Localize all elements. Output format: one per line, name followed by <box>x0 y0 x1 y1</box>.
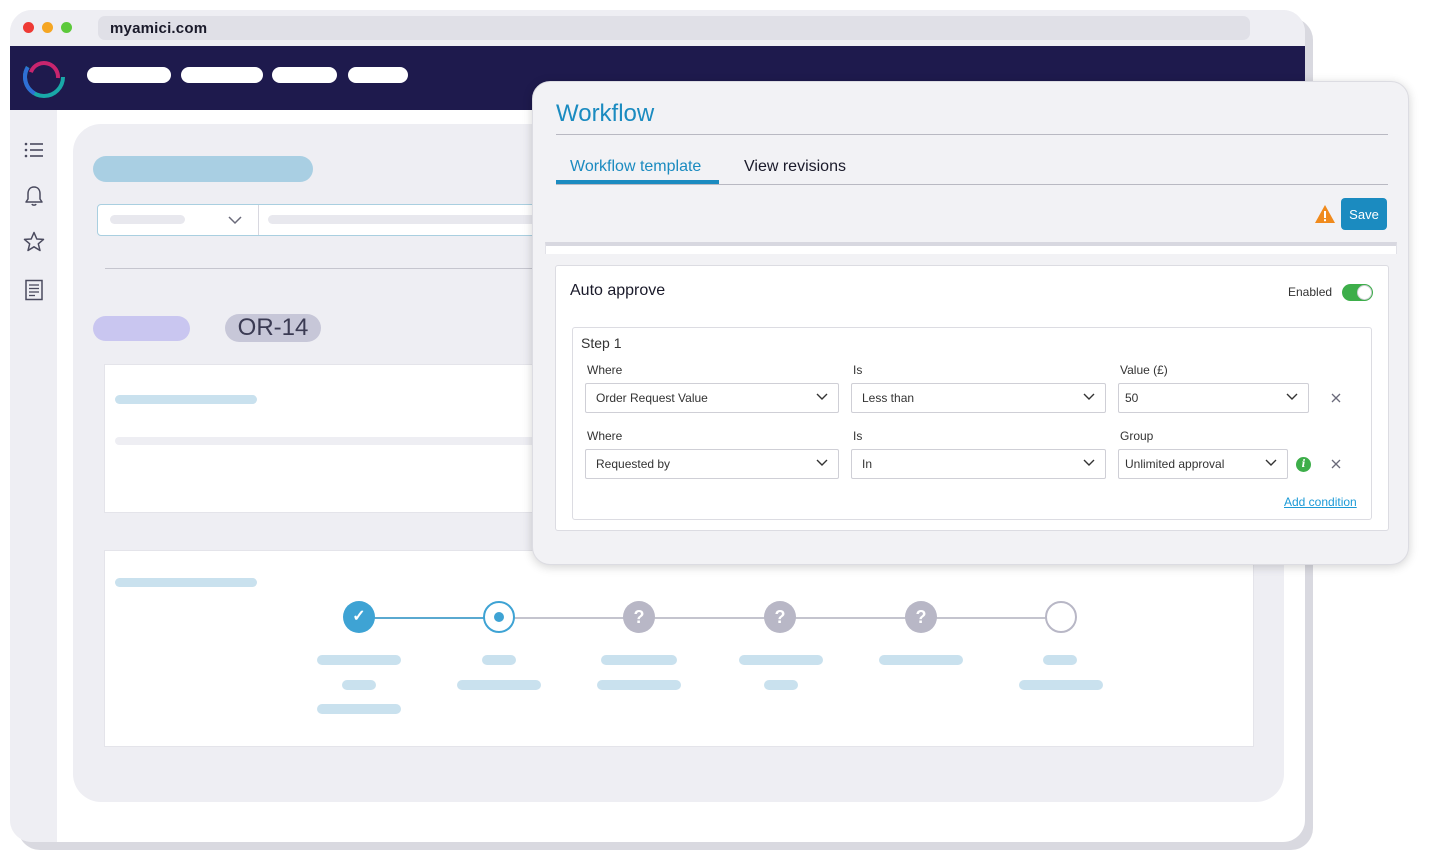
progress-track-done <box>359 617 499 619</box>
star-icon[interactable] <box>22 230 46 254</box>
step-title: Step 1 <box>581 335 622 351</box>
field-select[interactable]: Requested by <box>585 449 839 479</box>
chevron-down-icon <box>1083 393 1095 400</box>
step-label-placeholder <box>342 680 376 690</box>
progress-step-current <box>483 601 515 633</box>
chevron-down-icon <box>1083 459 1095 466</box>
auto-approve-card: Auto approve Enabled Step 1 Where Is Val… <box>555 265 1389 531</box>
field-select-value: Order Request Value <box>596 391 708 405</box>
group-select-value: Unlimited approval <box>1125 457 1225 471</box>
group-label: Group <box>1120 429 1154 443</box>
sidebar <box>10 110 57 842</box>
add-condition-link[interactable]: Add condition <box>1284 495 1357 509</box>
tab-workflow-template[interactable]: Workflow template <box>570 158 701 176</box>
field-select-value: Requested by <box>596 457 671 471</box>
is-label: Is <box>853 363 863 377</box>
step-label-placeholder <box>601 655 677 665</box>
close-window-button[interactable] <box>23 22 34 33</box>
card-heading-placeholder <box>115 578 257 587</box>
step-label-placeholder <box>317 704 401 714</box>
bell-icon[interactable] <box>22 184 46 208</box>
maximize-window-button[interactable] <box>61 22 72 33</box>
card-heading-placeholder <box>115 395 257 404</box>
where-label: Where <box>587 363 623 377</box>
toggle-knob <box>1357 285 1372 300</box>
tab-view-revisions[interactable]: View revisions <box>744 158 846 176</box>
value-select-value: 50 <box>1125 391 1139 405</box>
nav-item-placeholder[interactable] <box>181 67 263 83</box>
step-label-placeholder <box>482 655 516 665</box>
operator-select-value: Less than <box>862 391 915 405</box>
card-text-placeholder <box>115 437 545 445</box>
is-label: Is <box>853 429 863 443</box>
modal-title: Workflow <box>556 100 655 127</box>
chevron-down-icon <box>228 216 242 225</box>
tabs-divider <box>556 184 1388 185</box>
save-button[interactable]: Save <box>1341 198 1387 230</box>
remove-condition-icon[interactable] <box>1330 458 1342 470</box>
nav-item-placeholder[interactable] <box>87 67 171 83</box>
step-label-placeholder <box>317 655 401 665</box>
step-label-placeholder <box>879 655 963 665</box>
group-select[interactable]: Unlimited approval <box>1118 449 1288 479</box>
chevron-down-icon <box>816 393 828 400</box>
page-title-placeholder <box>93 156 313 182</box>
progress-step-pending <box>1045 601 1077 633</box>
step-label-placeholder <box>739 655 823 665</box>
value-select[interactable]: 50 <box>1118 383 1309 413</box>
myamici-logo[interactable] <box>21 54 67 100</box>
filter-divider <box>258 205 259 235</box>
progress-card: ✓ ? ? ? <box>104 550 1254 747</box>
chevron-down-icon <box>1286 393 1298 400</box>
info-icon[interactable]: i <box>1296 457 1311 472</box>
step-label-placeholder <box>457 680 541 690</box>
value-label: Value (£) <box>1120 363 1168 377</box>
enabled-label: Enabled <box>1288 285 1333 299</box>
step-label-placeholder <box>597 680 681 690</box>
where-label: Where <box>587 429 623 443</box>
browser-titlebar: myamici.com <box>10 10 1305 46</box>
minimize-window-button[interactable] <box>42 22 53 33</box>
operator-select[interactable]: In <box>851 449 1106 479</box>
previous-section-edge <box>545 242 1397 254</box>
step-label-placeholder <box>1043 655 1077 665</box>
operator-select[interactable]: Less than <box>851 383 1106 413</box>
step-label-placeholder <box>764 680 798 690</box>
progress-step-done: ✓ <box>343 601 375 633</box>
warning-icon[interactable] <box>1314 204 1336 224</box>
chevron-down-icon <box>816 459 828 466</box>
nav-item-placeholder[interactable] <box>348 67 408 83</box>
chevron-down-icon <box>1265 459 1277 466</box>
filter-placeholder <box>110 215 185 224</box>
nav-item-placeholder[interactable] <box>272 67 337 83</box>
document-icon[interactable] <box>22 278 46 302</box>
step-box: Step 1 Where Is Value (£) Order Request … <box>572 327 1372 520</box>
current-step-dot <box>494 612 504 622</box>
progress-step-unknown: ? <box>764 601 796 633</box>
field-select[interactable]: Order Request Value <box>585 383 839 413</box>
address-bar[interactable]: myamici.com <box>98 16 1250 40</box>
remove-condition-icon[interactable] <box>1330 392 1342 404</box>
status-badge-placeholder <box>93 316 190 341</box>
address-url: myamici.com <box>110 20 208 37</box>
workflow-modal: Workflow Workflow template View revision… <box>532 81 1409 565</box>
enabled-toggle[interactable] <box>1342 284 1373 301</box>
order-number-badge: OR-14 <box>225 314 321 342</box>
divider <box>105 268 545 269</box>
search-placeholder <box>268 215 538 224</box>
step-label-placeholder <box>1019 680 1103 690</box>
filter-box[interactable] <box>97 204 547 236</box>
progress-step-unknown: ? <box>905 601 937 633</box>
operator-select-value: In <box>862 457 873 471</box>
progress-step-unknown: ? <box>623 601 655 633</box>
page: myamici.com OR-14 ✓ ? ? ? Workflow Workf… <box>0 0 1440 866</box>
modal-title-divider <box>556 134 1388 135</box>
list-icon[interactable] <box>22 138 46 162</box>
auto-approve-title: Auto approve <box>570 282 666 299</box>
